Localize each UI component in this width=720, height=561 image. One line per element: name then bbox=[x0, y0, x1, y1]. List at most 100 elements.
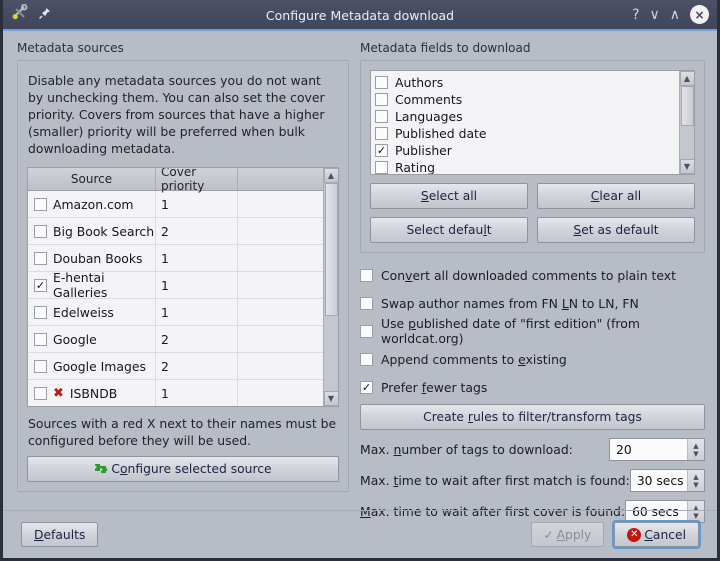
list-item[interactable]: Comments bbox=[375, 91, 679, 108]
table-row[interactable]: Google2 bbox=[28, 326, 323, 353]
metadata-fields-groupbox: AuthorsCommentsLanguagesPublished date✓P… bbox=[360, 60, 705, 253]
spinner-row: Max. time to wait after first match is f… bbox=[360, 469, 705, 492]
option-checkbox[interactable] bbox=[360, 269, 373, 282]
cover-priority-cell[interactable]: 1 bbox=[156, 299, 238, 325]
fields-scroll-up-icon[interactable]: ▲ bbox=[680, 71, 695, 86]
field-checkbox[interactable] bbox=[375, 93, 388, 106]
cancel-button[interactable]: ✕ Cancel bbox=[614, 522, 699, 547]
spinner-value[interactable]: 30 secs bbox=[631, 474, 687, 488]
cover-priority-cell[interactable]: 2 bbox=[156, 326, 238, 352]
column-header-cover-priority[interactable]: Cover priority bbox=[156, 168, 238, 190]
select-default-label: Select default bbox=[406, 223, 491, 237]
spinner-down-icon[interactable]: ▼ bbox=[693, 481, 698, 489]
option-checkbox[interactable] bbox=[360, 353, 373, 366]
spinner-down-icon[interactable]: ▼ bbox=[693, 450, 698, 458]
option-checkbox[interactable]: ✓ bbox=[360, 381, 373, 394]
column-header-source[interactable]: Source bbox=[28, 168, 156, 190]
spinner-value[interactable]: 20 bbox=[610, 443, 687, 457]
cancel-label: Cancel bbox=[644, 528, 686, 542]
fields-list-scrollbar[interactable]: ▲ ▼ bbox=[679, 71, 694, 174]
create-rules-button[interactable]: Create rules to filter/transform tags bbox=[360, 404, 705, 430]
fields-button-row-1: Select all Clear all bbox=[370, 183, 695, 209]
configure-selected-source-button[interactable]: Configure selected source bbox=[27, 456, 339, 482]
source-checkbox[interactable] bbox=[34, 198, 47, 211]
chevron-down-icon[interactable]: ∨ bbox=[650, 8, 660, 22]
cover-priority-cell[interactable]: 1 bbox=[156, 272, 238, 298]
option-checkbox-row[interactable]: Convert all downloaded comments to plain… bbox=[360, 264, 705, 286]
apply-button[interactable]: ✓ Apply bbox=[531, 522, 605, 547]
table-row[interactable]: ✓E-hentai Galleries1 bbox=[28, 272, 323, 299]
source-checkbox[interactable]: ✓ bbox=[34, 279, 47, 292]
spinner-up-icon[interactable]: ▲ bbox=[693, 442, 698, 450]
field-checkbox[interactable] bbox=[375, 127, 388, 140]
source-checkbox[interactable] bbox=[34, 252, 47, 265]
create-rules-label: Create rules to filter/transform tags bbox=[423, 410, 642, 424]
table-row[interactable]: Google Images2 bbox=[28, 353, 323, 380]
fields-scroll-thumb[interactable] bbox=[681, 86, 694, 126]
defaults-button[interactable]: Defaults bbox=[21, 522, 98, 547]
select-all-button[interactable]: Select all bbox=[370, 183, 528, 209]
table-row[interactable]: Douban Books1 bbox=[28, 245, 323, 272]
table-row[interactable]: Amazon.com1 bbox=[28, 191, 323, 218]
list-item[interactable]: Rating bbox=[375, 159, 679, 175]
option-checkbox[interactable] bbox=[360, 297, 373, 310]
row-spacer-cell bbox=[238, 191, 323, 217]
fields-button-row-2: Select default Set as default bbox=[370, 217, 695, 243]
option-checkbox[interactable] bbox=[360, 325, 373, 338]
field-checkbox[interactable] bbox=[375, 110, 388, 123]
metadata-fields-title: Metadata fields to download bbox=[360, 41, 705, 55]
field-checkbox[interactable] bbox=[375, 76, 388, 89]
help-icon[interactable]: ? bbox=[632, 8, 639, 22]
sources-scroll-track[interactable] bbox=[324, 183, 339, 391]
spinner-row: Max. number of tags to download:20▲▼ bbox=[360, 438, 705, 461]
sources-scroll-thumb[interactable] bbox=[325, 183, 338, 316]
list-item[interactable]: Authors bbox=[375, 74, 679, 91]
field-checkbox[interactable] bbox=[375, 161, 388, 174]
spinner-label: Max. number of tags to download: bbox=[360, 442, 609, 457]
set-as-default-button[interactable]: Set as default bbox=[537, 217, 695, 243]
table-row[interactable]: ✖ISBNDB1 bbox=[28, 380, 323, 407]
spinner-up-icon[interactable]: ▲ bbox=[693, 473, 698, 481]
cover-priority-cell[interactable]: 2 bbox=[156, 218, 238, 244]
fields-scroll-track[interactable] bbox=[680, 86, 695, 159]
pin-icon[interactable] bbox=[38, 5, 51, 24]
close-icon[interactable]: × bbox=[690, 5, 709, 24]
table-row[interactable]: Edelweiss1 bbox=[28, 299, 323, 326]
metadata-fields-panel: Metadata fields to download AuthorsComme… bbox=[360, 41, 705, 523]
option-checkbox-row[interactable]: Swap author names from FN LN to LN, FN bbox=[360, 292, 705, 314]
list-item[interactable]: Published date bbox=[375, 125, 679, 142]
source-cell: Google bbox=[28, 326, 156, 352]
window-controls: ? ∨ ∧ × bbox=[632, 5, 709, 24]
source-checkbox[interactable] bbox=[34, 225, 47, 238]
field-label: Comments bbox=[395, 92, 462, 107]
option-checkbox-row[interactable]: Use published date of "first edition" (f… bbox=[360, 320, 705, 342]
cover-priority-cell[interactable]: 1 bbox=[156, 191, 238, 217]
cover-priority-cell[interactable]: 1 bbox=[156, 380, 238, 406]
cover-priority-cell[interactable]: 1 bbox=[156, 245, 238, 271]
spinner-arrows[interactable]: ▲▼ bbox=[687, 470, 704, 491]
fields-list[interactable]: AuthorsCommentsLanguagesPublished date✓P… bbox=[370, 70, 695, 175]
field-checkbox[interactable]: ✓ bbox=[375, 144, 388, 157]
cover-priority-cell[interactable]: 2 bbox=[156, 353, 238, 379]
spinner-input[interactable]: 30 secs▲▼ bbox=[630, 469, 705, 492]
list-item[interactable]: Languages bbox=[375, 108, 679, 125]
scroll-down-icon[interactable]: ▼ bbox=[324, 391, 339, 406]
spinner-input[interactable]: 20▲▼ bbox=[609, 438, 705, 461]
option-checkbox-row[interactable]: ✓Prefer fewer tags bbox=[360, 376, 705, 398]
source-checkbox[interactable] bbox=[34, 306, 47, 319]
select-default-button[interactable]: Select default bbox=[370, 217, 528, 243]
sources-table[interactable]: Source Cover priority Amazon.com1Big Boo… bbox=[27, 167, 339, 407]
chevron-up-icon[interactable]: ∧ bbox=[670, 8, 680, 22]
clear-all-button[interactable]: Clear all bbox=[537, 183, 695, 209]
sources-table-scrollbar[interactable]: ▲ ▼ bbox=[323, 168, 338, 406]
source-checkbox[interactable] bbox=[34, 333, 47, 346]
source-checkbox[interactable] bbox=[34, 387, 47, 400]
spinner-arrows[interactable]: ▲▼ bbox=[687, 439, 704, 460]
fields-scroll-down-icon[interactable]: ▼ bbox=[680, 159, 695, 174]
source-checkbox[interactable] bbox=[34, 360, 47, 373]
table-row[interactable]: Big Book Search2 bbox=[28, 218, 323, 245]
option-checkbox-row[interactable]: Append comments to existing bbox=[360, 348, 705, 370]
scroll-up-icon[interactable]: ▲ bbox=[324, 168, 339, 183]
field-label: Published date bbox=[395, 126, 487, 141]
list-item[interactable]: ✓Publisher bbox=[375, 142, 679, 159]
